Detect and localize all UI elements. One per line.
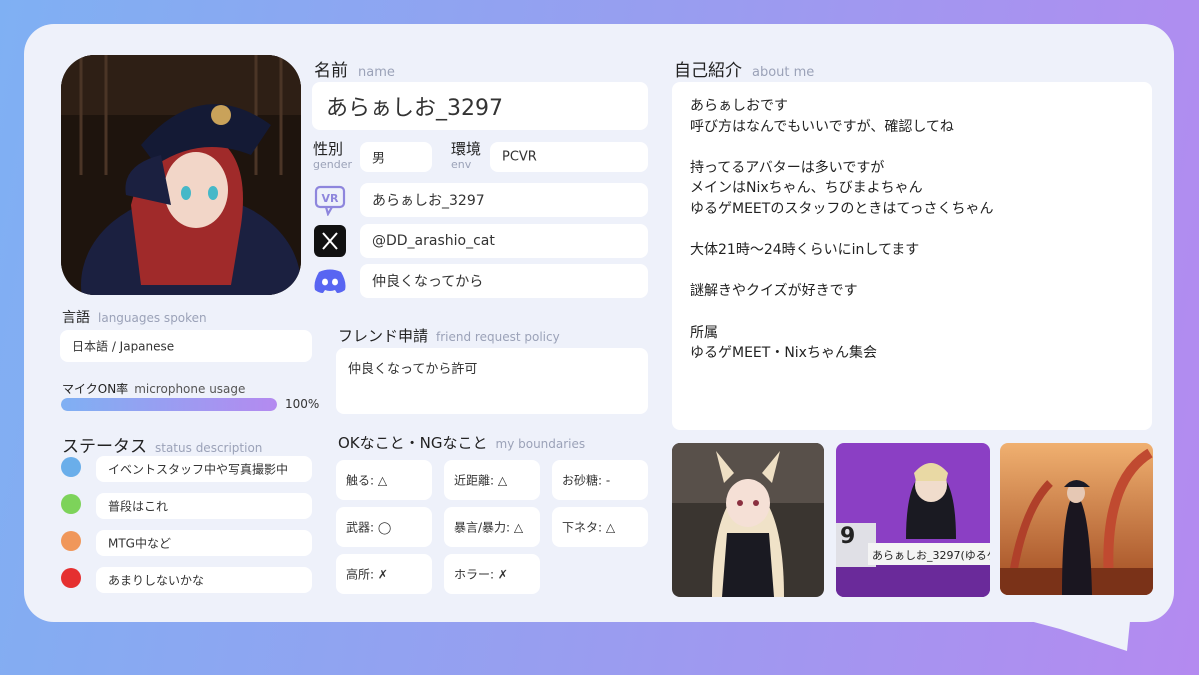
boundary-item: 暴言/暴力: △ [444,507,540,547]
boundary-item: 触る: △ [336,460,432,500]
mic-value: 100% [285,397,320,411]
x-field: @DD_arashio_cat [360,224,648,258]
status-item: 普段はこれ [96,493,312,519]
discord-icon [313,264,347,298]
status-dot-green [61,494,81,514]
boundary-item: 武器: ◯ [336,507,432,547]
photo-3 [1000,443,1153,595]
name-heading: 名前 name [314,61,395,81]
discord-field: 仲良くなってから [360,264,648,298]
x-icon [313,224,347,258]
boundary-item: 下ネタ: △ [552,507,648,547]
status-item: イベントスタッフ中や写真撮影中 [96,456,312,482]
mic-progress-bar [61,398,277,411]
gender-label: 性別 gender [313,140,352,171]
boundary-item: 近距離: △ [444,460,540,500]
friend-field: 仲良くなってから許可 [336,348,648,414]
about-text: あらぁしおです 呼び方はなんでもいいですが、確認してね 持ってるアバターは多いで… [690,98,994,362]
status-dot-orange [61,531,81,551]
photo-2: 9 あらぁしお_3297(ゆるゲMEE [836,443,990,597]
env-label: 環境 env [451,140,482,171]
status-item: MTG中など [96,530,312,556]
boundaries-heading: OKなこと・NGなこと my boundaries [338,434,586,452]
mic-progress-fill [61,398,277,411]
about-field: あらぁしおです 呼び方はなんでもいいですが、確認してね 持ってるアバターは多いで… [672,82,1152,430]
languages-field: 日本語 / Japanese [60,330,312,362]
name-value: あらぁしお_3297 [326,96,503,121]
status-dot-blue [61,457,81,477]
svg-text:VR: VR [322,192,340,205]
vrchat-field: あらぁしお_3297 [360,183,648,217]
svg-text:9: 9 [840,524,855,549]
photo-2-sign-text: あらぁしお_3297(ゆるゲMEE [872,549,990,562]
boundary-item: ホラー: ✗ [444,554,540,594]
about-heading: 自己紹介 about me [674,61,815,81]
friend-heading: フレンド申請 friend request policy [338,327,560,345]
status-dot-red [61,568,81,588]
status-heading: ステータス status description [62,437,263,457]
boundary-item: 高所: ✗ [336,554,432,594]
speech-bubble-tail [1030,621,1130,651]
boundary-item: お砂糖: - [552,460,648,500]
mic-heading: マイクON率 microphone usage [62,382,246,396]
languages-heading: 言語 languages spoken [62,310,207,326]
avatar-photo [61,55,301,295]
name-field: あらぁしお_3297 [312,82,648,130]
photo-1 [672,443,824,597]
vrchat-icon: VR [313,183,347,217]
env-field: PCVR [490,142,648,172]
status-item: あまりしないかな [96,567,312,593]
gender-field: 男 [360,142,432,172]
